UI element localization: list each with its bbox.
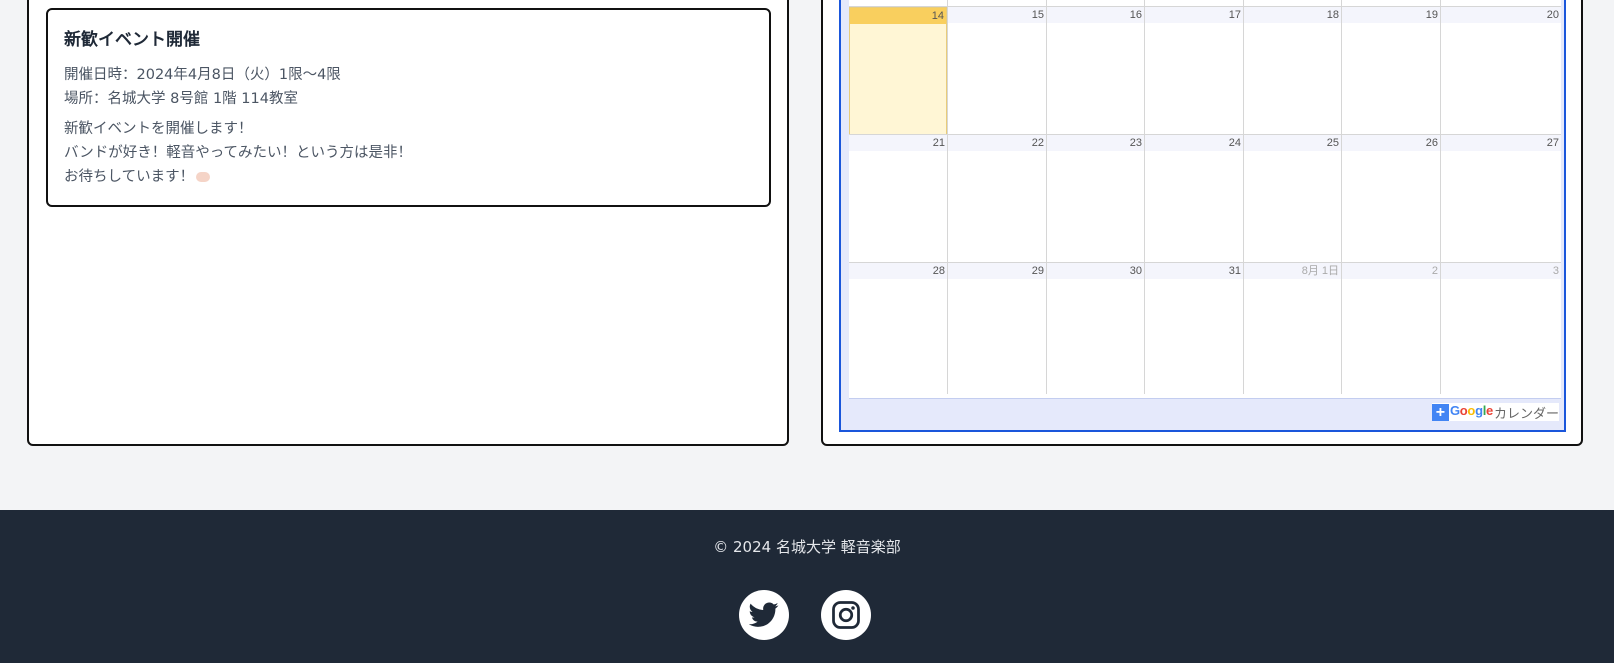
calendar-day[interactable]: 2 [1341, 263, 1440, 394]
calendar-day[interactable]: 24 [1144, 135, 1243, 266]
day-number: 14 [850, 8, 946, 24]
event-desc-line: お待ちしています！ [64, 165, 753, 189]
clapping-hands-icon [196, 172, 211, 182]
day-number: 25 [1244, 135, 1341, 151]
day-number: 29 [948, 263, 1046, 279]
calendar-day[interactable]: 26 [1341, 135, 1440, 266]
calendar-grid: 14 15 16 17 18 19 20 21 22 23 24 25 26 27 28 29 30 31 8月 1… [849, 0, 1561, 398]
calendar-week-row: 28 29 30 31 8月 1日 2 3 [849, 262, 1561, 394]
day-number: 28 [849, 263, 947, 279]
event-description: 新歓イベントを開催します！ バンドが好き！軽音やってみたい！という方は是非！ お… [64, 117, 753, 189]
calendar-day[interactable]: 30 [1046, 263, 1144, 394]
calendar-footer: + Google カレンダー [849, 398, 1561, 430]
calendar-day[interactable]: 19 [1341, 7, 1440, 138]
google-calendar-embed[interactable]: 14 15 16 17 18 19 20 21 22 23 24 25 26 27 28 29 30 31 8月 1… [839, 0, 1566, 432]
day-number: 30 [1047, 263, 1144, 279]
calendar-day[interactable]: 16 [1046, 7, 1144, 138]
calendar-day[interactable]: 21 [849, 135, 947, 266]
day-number: 8月 1日 [1244, 263, 1341, 279]
calendar-day[interactable]: 28 [849, 263, 947, 394]
google-logo: Google [1449, 402, 1493, 418]
calendar-day[interactable]: 23 [1046, 135, 1144, 266]
calendar-week-row: 21 22 23 24 25 26 27 [849, 134, 1561, 266]
copyright-text: © 2024 名城大学 軽音楽部 [713, 538, 901, 556]
add-to-google-calendar-button[interactable]: + Google カレンダー [1431, 402, 1559, 421]
calendar-label: カレンダー [1493, 405, 1559, 421]
day-number: 24 [1145, 135, 1243, 151]
calendar-day[interactable]: 18 [1243, 7, 1341, 138]
calendar-day[interactable]: 8月 1日 [1243, 263, 1341, 394]
event-desc-text: お待ちしています！ [64, 169, 195, 185]
day-number: 31 [1145, 263, 1243, 279]
calendar-day[interactable]: 29 [947, 263, 1046, 394]
day-number: 15 [948, 7, 1046, 23]
calendar-day[interactable]: 22 [947, 135, 1046, 266]
calendar-day[interactable]: 31 [1144, 263, 1243, 394]
event-desc-line: バンドが好き！軽音やってみたい！という方は是非！ [64, 145, 412, 161]
plus-icon: + [1431, 403, 1449, 421]
calendar-day[interactable]: 20 [1440, 7, 1561, 138]
event-card: 新歓イベント開催 開催日時：2024年4月8日（火）1限〜4限 場所：名城大学 … [46, 8, 771, 207]
day-number: 21 [849, 135, 947, 151]
day-number: 22 [948, 135, 1046, 151]
calendar-day[interactable]: 3 [1440, 263, 1561, 394]
day-number: 18 [1244, 7, 1341, 23]
calendar-day[interactable]: 27 [1440, 135, 1561, 266]
day-number: 23 [1047, 135, 1144, 151]
instagram-icon [832, 601, 860, 629]
event-panel: 新歓イベント開催 開催日時：2024年4月8日（火）1限〜4限 場所：名城大学 … [27, 0, 789, 446]
day-number: 17 [1145, 7, 1243, 23]
site-footer: © 2024 名城大学 軽音楽部 [0, 510, 1614, 663]
calendar-day[interactable]: 17 [1144, 7, 1243, 138]
event-place: 場所：名城大学 8号館 1階 114教室 [64, 91, 298, 107]
twitter-link[interactable] [739, 590, 789, 640]
instagram-link[interactable] [821, 590, 871, 640]
day-number: 20 [1441, 7, 1561, 23]
event-title: 新歓イベント開催 [64, 30, 200, 50]
event-desc-line: 新歓イベントを開催します！ [64, 121, 253, 137]
day-number: 27 [1441, 135, 1561, 151]
day-number: 2 [1342, 263, 1440, 279]
day-number: 26 [1342, 135, 1440, 151]
day-number: 16 [1047, 7, 1144, 23]
event-date: 開催日時：2024年4月8日（火）1限〜4限 [64, 67, 341, 83]
calendar-day-today[interactable]: 14 [849, 7, 947, 138]
calendar-day[interactable]: 25 [1243, 135, 1341, 266]
twitter-icon [749, 602, 779, 627]
calendar-panel: 14 15 16 17 18 19 20 21 22 23 24 25 26 27 28 29 30 31 8月 1… [821, 0, 1583, 446]
calendar-day[interactable]: 15 [947, 7, 1046, 138]
day-number: 19 [1342, 7, 1440, 23]
calendar-week-row: 14 15 16 17 18 19 20 [849, 6, 1561, 138]
day-number: 3 [1441, 263, 1561, 279]
